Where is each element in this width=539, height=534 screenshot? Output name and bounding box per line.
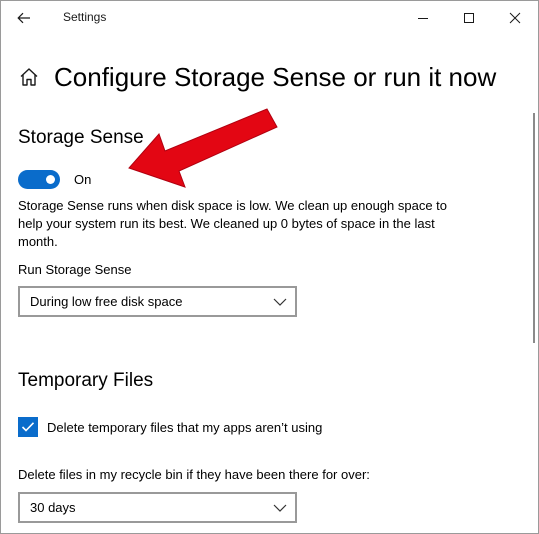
- delete-temp-files-row: Delete temporary files that my apps aren…: [18, 417, 322, 437]
- toggle-state-label: On: [74, 172, 92, 187]
- page-title: Configure Storage Sense or run it now: [54, 61, 497, 92]
- dropdown-selected-value: 30 days: [30, 500, 76, 515]
- maximize-button[interactable]: [446, 1, 492, 35]
- home-icon: [20, 68, 38, 86]
- chevron-down-icon: [273, 298, 287, 306]
- recycle-bin-dropdown[interactable]: 30 days: [18, 492, 297, 523]
- scrollbar-thumb[interactable]: [533, 113, 535, 343]
- checkmark-icon: [21, 422, 35, 432]
- storage-sense-description: Storage Sense runs when disk space is lo…: [18, 198, 448, 249]
- delete-temp-files-checkbox[interactable]: [18, 417, 38, 437]
- back-arrow-icon: [17, 12, 30, 24]
- temporary-files-heading: Temporary Files: [18, 370, 154, 391]
- close-button[interactable]: [492, 1, 538, 35]
- run-storage-sense-label: Run Storage Sense: [18, 262, 132, 277]
- storage-sense-toggle-row: On: [18, 170, 91, 189]
- delete-temp-files-label: Delete temporary files that my apps aren…: [47, 419, 323, 435]
- settings-window: Settings Configure Storage Sense or run …: [0, 0, 539, 534]
- minimize-button[interactable]: [400, 1, 446, 35]
- toggle-knob: [46, 175, 55, 184]
- maximize-icon: [464, 13, 474, 23]
- dropdown-selected-value: During low free disk space: [30, 294, 183, 309]
- title-bar: Settings: [1, 1, 538, 35]
- close-icon: [509, 12, 521, 24]
- app-title: Settings: [63, 10, 107, 24]
- red-arrow-annotation: [128, 108, 278, 188]
- storage-sense-toggle[interactable]: [18, 170, 60, 189]
- run-storage-sense-dropdown[interactable]: During low free disk space: [18, 286, 297, 317]
- home-button[interactable]: [18, 66, 40, 88]
- chevron-down-icon: [273, 504, 287, 512]
- page-header: Configure Storage Sense or run it now: [18, 57, 496, 97]
- back-button[interactable]: [11, 6, 37, 30]
- minimize-icon: [418, 18, 428, 19]
- recycle-bin-label: Delete files in my recycle bin if they h…: [18, 467, 370, 482]
